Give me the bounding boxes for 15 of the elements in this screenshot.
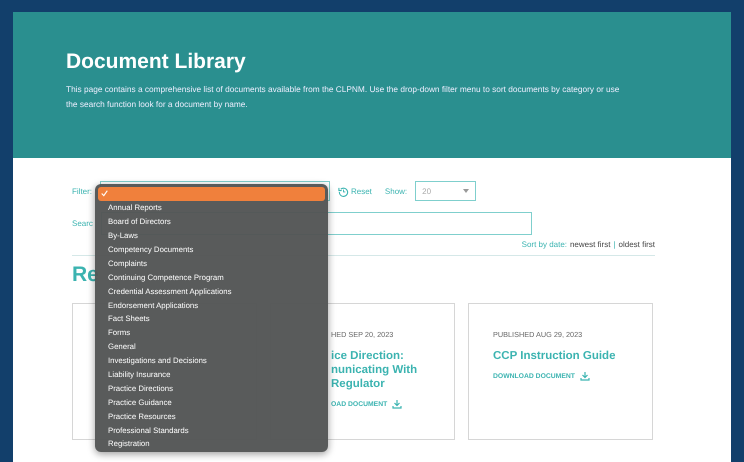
- caret-icon: [463, 189, 470, 193]
- download-icon: [580, 372, 590, 381]
- checkmark-icon: [101, 190, 108, 198]
- reset-icon: [338, 186, 349, 196]
- show-label: Show:: [384, 186, 408, 196]
- newest-first-link[interactable]: newest first: [570, 240, 610, 249]
- search-label: Searc: [72, 218, 93, 228]
- download-icon: [392, 400, 402, 409]
- menu-option[interactable]: [98, 187, 325, 201]
- filter-label: Filter:: [72, 186, 92, 196]
- page-title: Document Library: [66, 50, 247, 74]
- page-description: This page contains a comprehensive list of documents available from the CLPNM. Use the drop-down filter menu to sort documents by category or use the search function look for a document by name.: [66, 83, 620, 111]
- separator: |: [613, 240, 616, 249]
- sort-label: Sort by date:: [522, 240, 567, 249]
- oldest-first-link[interactable]: oldest first: [618, 240, 655, 249]
